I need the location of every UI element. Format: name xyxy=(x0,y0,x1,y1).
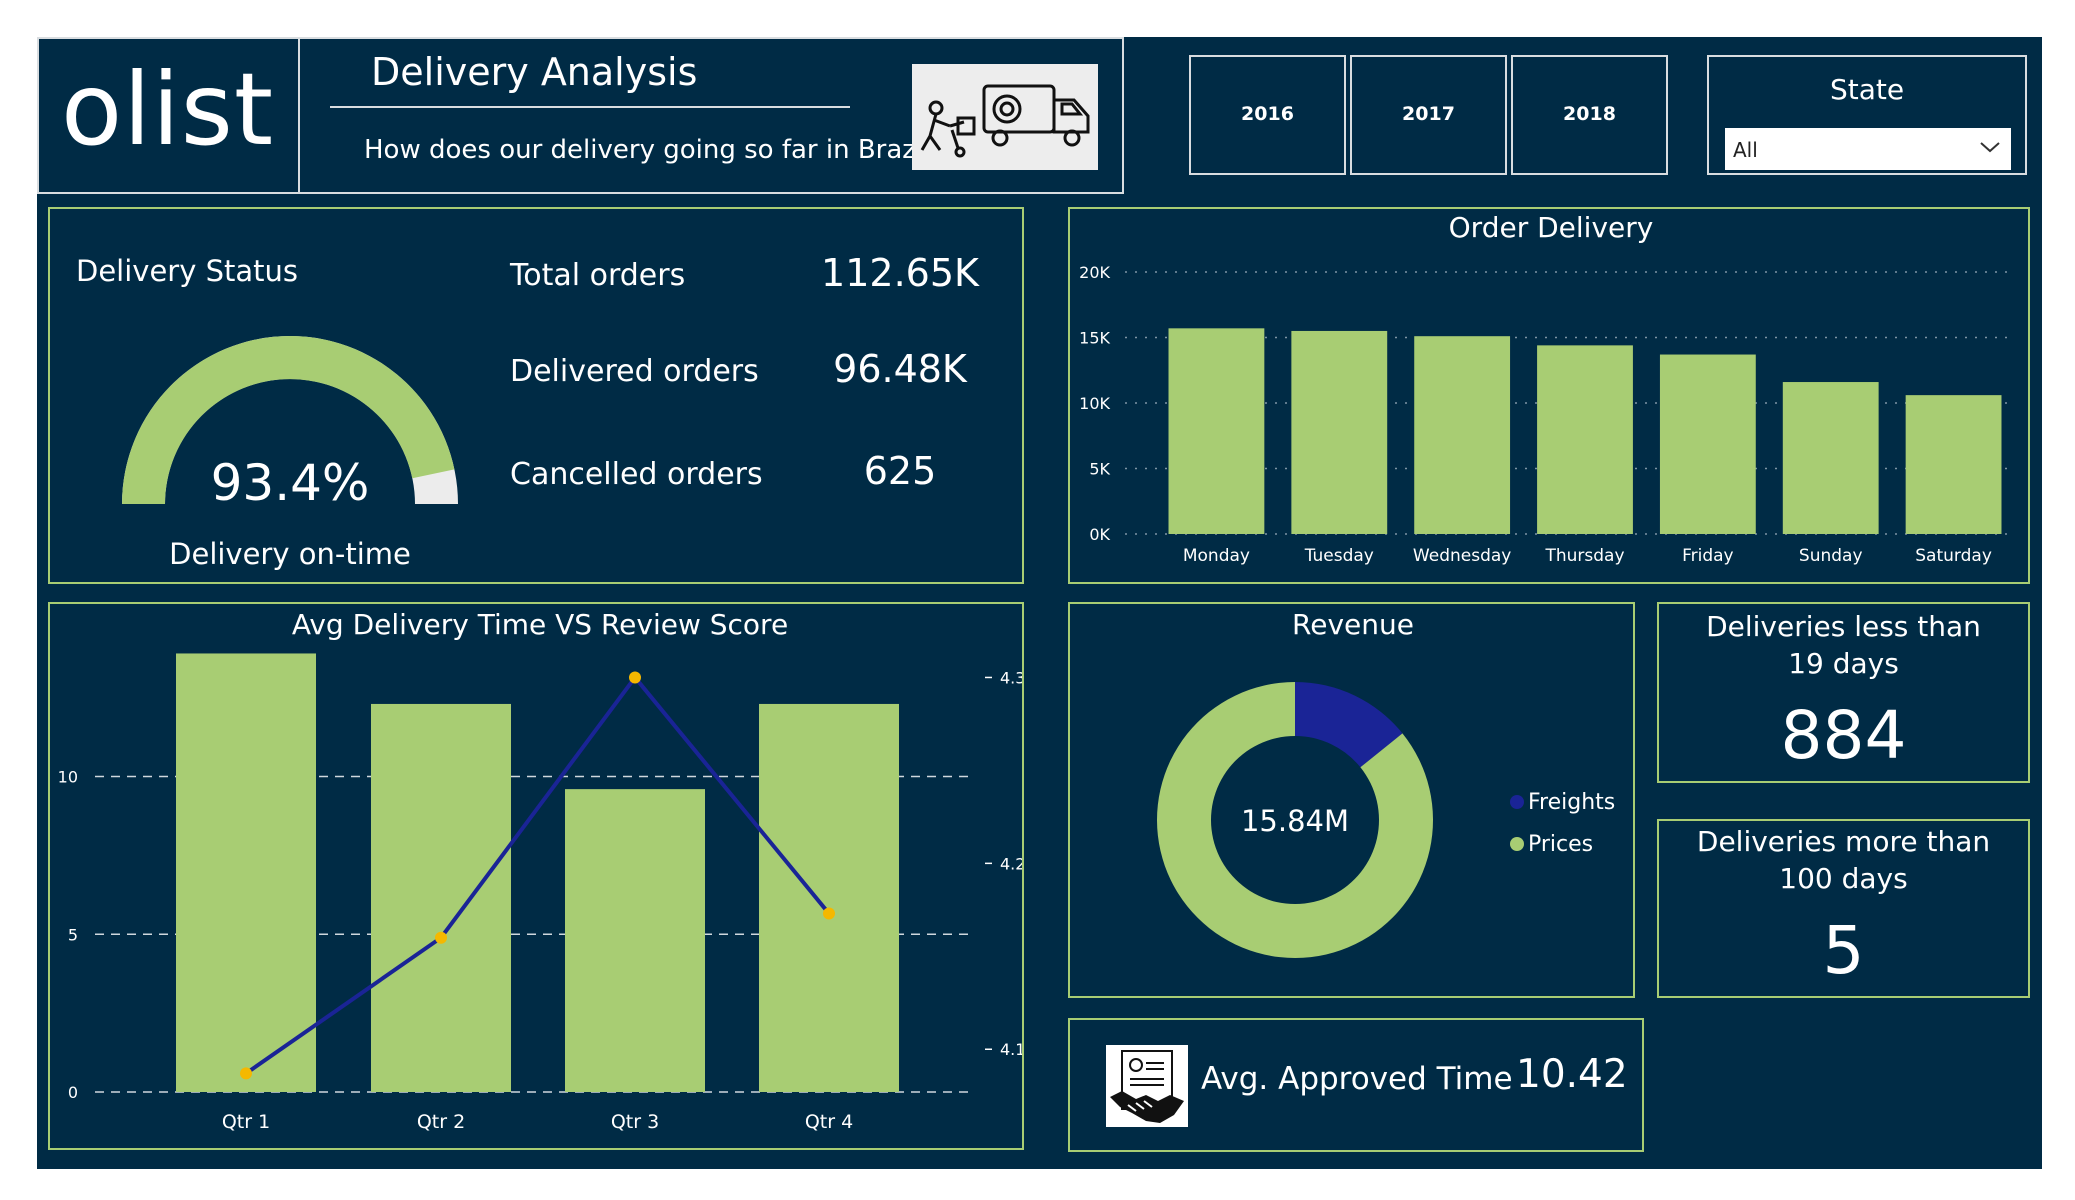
y-tick-label: 5 xyxy=(68,925,78,944)
line-marker xyxy=(823,907,835,920)
chart-title: Order Delivery xyxy=(1449,211,1654,244)
card-label: Deliveries less than 19 days xyxy=(1706,610,1981,680)
y-tick-label: 0 xyxy=(68,1083,78,1102)
x-tick-label: Qtr 2 xyxy=(417,1111,465,1133)
state-dropdown[interactable]: All xyxy=(1725,128,2011,170)
dashboard-canvas: olist Delivery Analysis How does our del… xyxy=(37,37,2042,1169)
line-marker xyxy=(435,931,447,944)
x-tick-label: Tuesday xyxy=(1304,546,1374,566)
order-delivery-chart: Order Delivery 0K 5K 10K 15K 20K Monday Tuesda… xyxy=(1079,211,2015,566)
x-tick-label: Wednesday xyxy=(1413,546,1511,566)
y2-tick-label: 4.3 xyxy=(1000,668,1022,687)
approved-time-value: 10.42 xyxy=(1516,1052,1628,1097)
year-button-label: 2018 xyxy=(1563,103,1616,125)
bar xyxy=(565,789,705,1092)
review-score-line xyxy=(244,674,831,1076)
page-subtitle: How does our delivery going so far in Br… xyxy=(364,135,945,165)
x-tick-label: Qtr 3 xyxy=(611,1111,659,1133)
x-tick-label: Monday xyxy=(1183,546,1250,566)
kpi-label: Cancelled orders xyxy=(510,457,763,492)
x-tick-label: Friday xyxy=(1682,546,1734,566)
legend-label: Freights xyxy=(1528,790,1615,815)
page-title: Delivery Analysis xyxy=(371,50,698,94)
deliveries-less-than-19-panel: Deliveries less than 19 days 884 xyxy=(1657,602,2030,783)
year-button-2016[interactable]: 2016 xyxy=(1189,55,1346,175)
bar xyxy=(1905,395,2002,534)
approved-time-label: Avg. Approved Time xyxy=(1201,1061,1513,1097)
year-button-2018[interactable]: 2018 xyxy=(1511,55,1668,175)
y-tick-label: 20K xyxy=(1079,263,1110,282)
header-panel: olist Delivery Analysis How does our del… xyxy=(37,37,1124,194)
y-tick-label: 15K xyxy=(1079,329,1110,348)
delivery-status-panel: Delivery Status 93.4% Delivery on-time T… xyxy=(48,207,1024,584)
line-marker xyxy=(629,671,641,684)
revenue-chart: Revenue 15.84M Freights Prices xyxy=(1157,608,1615,958)
donut-center-label: 15.84M xyxy=(1241,804,1349,838)
kpi-value: 96.48K xyxy=(833,347,967,391)
card-label: Deliveries more than 100 days xyxy=(1696,825,1991,895)
year-button-label: 2017 xyxy=(1402,103,1455,125)
bar xyxy=(1659,354,1756,534)
bar xyxy=(1782,382,1879,534)
chart-title: Revenue xyxy=(1292,608,1414,641)
y-tick-label: 10 xyxy=(58,768,78,787)
bar xyxy=(1168,328,1265,534)
x-tick-label: Saturday xyxy=(1915,546,1992,566)
bar xyxy=(1291,330,1388,534)
card-value: 5 xyxy=(1822,912,1865,989)
delivery-status-title: Delivery Status xyxy=(76,254,299,288)
kpi-value: 112.65K xyxy=(821,251,979,295)
y-tick-label: 0K xyxy=(1089,525,1110,544)
legend-label: Prices xyxy=(1528,832,1593,857)
state-filter-panel: State All xyxy=(1707,55,2027,175)
line-marker xyxy=(240,1067,252,1080)
revenue-panel: Revenue 15.84M Freights Prices xyxy=(1068,602,1635,998)
year-button-label: 2016 xyxy=(1241,103,1294,125)
kpi-label: Delivered orders xyxy=(510,354,759,389)
deliveries-more-than-100-panel: Deliveries more than 100 days 5 xyxy=(1657,819,2030,998)
contract-handshake-icon xyxy=(1106,1045,1188,1127)
bar xyxy=(371,703,511,1092)
title-underline xyxy=(330,106,850,108)
order-delivery-panel: Order Delivery 0K 5K 10K 15K 20K Monday Tuesda… xyxy=(1068,207,2030,584)
year-button-2017[interactable]: 2017 xyxy=(1350,55,1507,175)
kpi-value: 625 xyxy=(863,449,937,493)
kpi-label: Total orders xyxy=(510,258,686,293)
x-tick-label: Qtr 4 xyxy=(805,1111,853,1133)
avg-delivery-review-chart: Avg Delivery Time VS Review Score 0 5 10 4.… xyxy=(58,608,1022,1133)
y2-tick-label: 4.1 xyxy=(1000,1040,1022,1059)
delivery-truck-icon xyxy=(912,64,1098,170)
bar xyxy=(1537,345,1633,534)
header-divider xyxy=(298,39,300,192)
state-dropdown-value: All xyxy=(1733,138,1758,162)
card-value: 884 xyxy=(1780,697,1907,774)
gauge-value: 93.4% xyxy=(210,454,370,512)
avg-approved-time-panel: Avg. Approved Time 10.42 xyxy=(1068,1018,1644,1152)
bar xyxy=(176,653,316,1092)
state-filter-label: State xyxy=(1829,73,1905,106)
x-tick-label: Sunday xyxy=(1799,546,1863,566)
bar xyxy=(759,703,899,1092)
x-tick-label: Thursday xyxy=(1544,546,1624,566)
legend-swatch xyxy=(1510,795,1524,809)
avg-delivery-review-panel: Avg Delivery Time VS Review Score 0 5 10 4.… xyxy=(48,602,1024,1150)
chevron-down-icon xyxy=(1979,137,2001,157)
x-tick-label: Qtr 1 xyxy=(222,1111,270,1133)
legend-swatch xyxy=(1510,837,1524,851)
y-tick-label: 10K xyxy=(1079,394,1110,413)
y2-tick-label: 4.2 xyxy=(1000,854,1022,873)
chart-title: Avg Delivery Time VS Review Score xyxy=(292,608,788,641)
y-tick-label: 5K xyxy=(1089,460,1110,479)
olist-logo: olist xyxy=(61,51,275,168)
bar xyxy=(1414,336,1511,534)
gauge-label: Delivery on-time xyxy=(169,537,411,571)
